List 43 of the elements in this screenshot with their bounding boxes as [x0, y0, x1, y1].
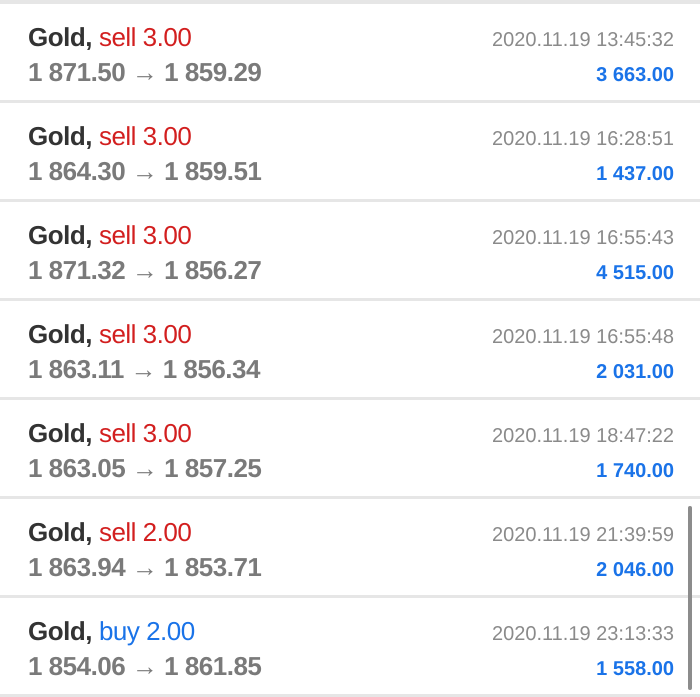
trade-row[interactable]: Gold, sell 3.00 2020.11.19 18:47:22 1 863.05 → 1 857.25 1 740.00 — [0, 400, 700, 496]
symbol-label: Gold, — [28, 616, 92, 647]
scrollbar[interactable] — [688, 506, 692, 690]
order-label: sell 3.00 — [98, 319, 192, 350]
profit-value: 1 558.00 — [596, 658, 674, 681]
trade-row[interactable]: Gold, sell 3.00 2020.11.19 16:28:51 1 864.30 → 1 859.51 1 437.00 — [0, 103, 700, 199]
trade-row[interactable]: Gold, buy 2.00 2020.11.19 23:13:33 1 854.06 → 1 861.85 1 558.00 — [0, 598, 700, 694]
trade-row[interactable]: Gold, sell 3.00 2020.11.19 13:45:32 1 871.50 → 1 859.29 3 663.00 — [0, 4, 700, 100]
timestamp: 2020.11.19 16:55:43 — [492, 227, 674, 250]
order-label: buy 2.00 — [98, 616, 195, 647]
timestamp: 2020.11.19 13:45:32 — [492, 29, 674, 52]
trade-row[interactable]: Gold, sell 3.00 2020.11.19 16:55:43 1 871.32 → 1 856.27 4 515.00 — [0, 202, 700, 298]
profit-value: 1 740.00 — [596, 460, 674, 483]
symbol-label: Gold, — [28, 517, 92, 548]
timestamp: 2020.11.19 21:39:59 — [492, 524, 674, 547]
price-range: 1 854.06 → 1 861.85 — [28, 651, 262, 682]
timestamp: 2020.11.19 18:47:22 — [492, 425, 674, 448]
price-range: 1 871.32 → 1 856.27 — [28, 255, 262, 286]
order-label: sell 3.00 — [98, 22, 192, 53]
price-range: 1 864.30 → 1 859.51 — [28, 156, 262, 187]
profit-value: 1 437.00 — [596, 163, 674, 186]
price-range: 1 863.11 → 1 856.34 — [28, 354, 260, 385]
price-range: 1 871.50 → 1 859.29 — [28, 57, 262, 88]
profit-value: 4 515.00 — [596, 262, 674, 285]
profit-value: 2 046.00 — [596, 559, 674, 582]
order-label: sell 2.00 — [98, 517, 192, 548]
price-range: 1 863.94 → 1 853.71 — [28, 552, 262, 583]
symbol-label: Gold, — [28, 220, 92, 251]
price-range: 1 863.05 → 1 857.25 — [28, 453, 262, 484]
timestamp: 2020.11.19 16:28:51 — [492, 128, 674, 151]
timestamp: 2020.11.19 23:13:33 — [492, 623, 674, 646]
profit-value: 2 031.00 — [596, 361, 674, 384]
timestamp: 2020.11.19 16:55:48 — [492, 326, 674, 349]
trade-row[interactable]: Gold, sell 2.00 2020.11.19 21:39:59 1 863.94 → 1 853.71 2 046.00 — [0, 499, 700, 595]
order-label: sell 3.00 — [98, 418, 192, 449]
symbol-label: Gold, — [28, 418, 92, 449]
symbol-label: Gold, — [28, 319, 92, 350]
order-label: sell 3.00 — [98, 121, 192, 152]
trade-row[interactable]: Gold, sell 3.00 2020.11.19 16:55:48 1 863.11 → 1 856.34 2 031.00 — [0, 301, 700, 397]
symbol-label: Gold, — [28, 22, 92, 53]
symbol-label: Gold, — [28, 121, 92, 152]
order-label: sell 3.00 — [98, 220, 192, 251]
profit-value: 3 663.00 — [596, 64, 674, 87]
